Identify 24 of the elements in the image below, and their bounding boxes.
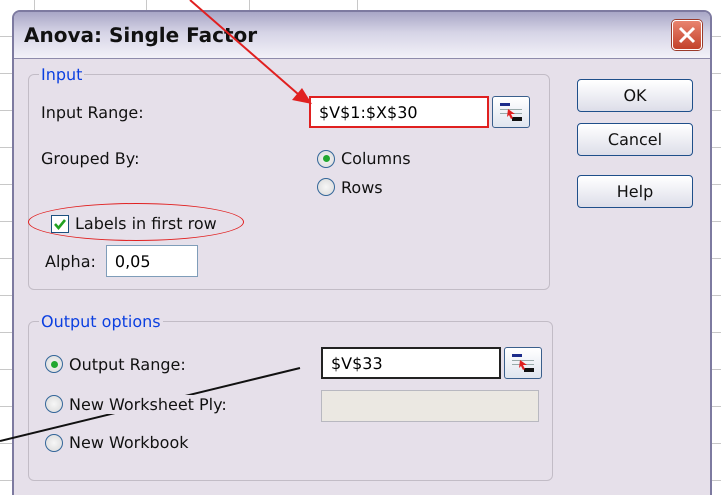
cell-grid-icon <box>510 352 536 374</box>
radio-button[interactable] <box>45 355 63 373</box>
input-field[interactable]: $V$1:$X$30 <box>309 96 489 128</box>
input-field[interactable]: $V$33 <box>321 347 501 379</box>
radio-button[interactable] <box>45 395 63 414</box>
field-label: Input Range: <box>40 102 145 122</box>
dialog-button[interactable]: Help <box>577 175 693 208</box>
checkbox-label[interactable]: Labels in first row <box>75 214 217 233</box>
field-label: Alpha: <box>45 252 96 270</box>
dialog-button[interactable]: Cancel <box>577 123 693 156</box>
group-title: Input <box>40 65 84 84</box>
radio-button[interactable] <box>45 434 63 452</box>
range-select-button[interactable] <box>492 96 530 128</box>
radio-button[interactable] <box>317 178 335 196</box>
cell-grid-icon <box>498 101 524 123</box>
radio-button[interactable] <box>317 150 335 168</box>
group-title: Output options <box>40 312 162 331</box>
input-field[interactable]: 0,05 <box>106 245 198 277</box>
close-button[interactable] <box>672 20 702 50</box>
checkbox[interactable] <box>51 214 69 232</box>
dialog-button[interactable]: OK <box>577 79 693 112</box>
close-icon <box>678 26 696 44</box>
field-label: Grouped By: <box>40 149 140 168</box>
range-select-button[interactable] <box>504 347 542 379</box>
